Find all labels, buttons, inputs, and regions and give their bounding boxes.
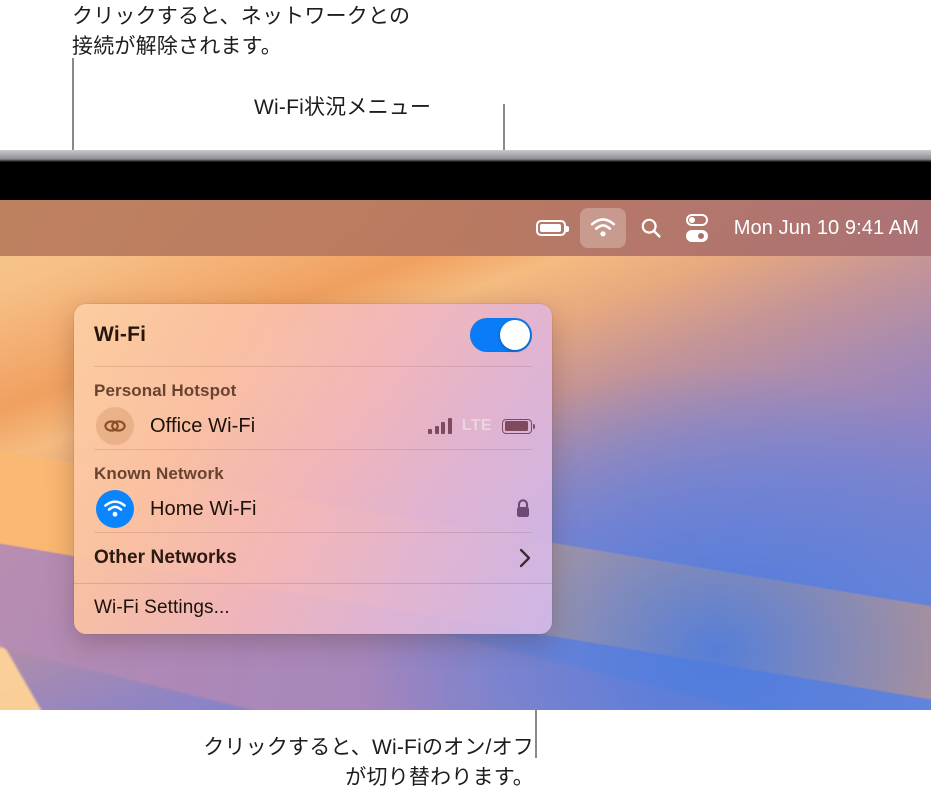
network-row-office-wifi[interactable]: Office Wi-Fi LTE [74, 403, 552, 449]
carrier-label: LTE [461, 417, 492, 434]
menu-item-label: Other Networks [94, 547, 237, 568]
menu-bar-clock[interactable]: Mon Jun 10 9:41 AM [722, 217, 919, 240]
wifi-toggle-knob [500, 320, 530, 350]
display-bezel: Mon Jun 10 9:41 AM Wi-Fi Personal Hotspo… [0, 162, 931, 710]
menu-item-label: Wi-Fi Settings... [94, 597, 230, 618]
hotspot-battery-icon [502, 418, 535, 434]
annotation-wifi-status-menu: Wi-Fi状況メニュー [254, 96, 432, 119]
personal-hotspot-section-header: Personal Hotspot [74, 367, 552, 403]
wifi-circle-icon [96, 490, 134, 528]
annotation-disconnect-network: クリックすると、ネットワークとの 接続が解除されます。 [72, 5, 411, 58]
menu-item-other-networks[interactable]: Other Networks [74, 533, 552, 583]
wifi-dropdown-panel: Wi-Fi Personal Hotspot Office Wi-Fi LTE … [74, 304, 552, 634]
section-label: Known Network [94, 464, 224, 483]
wifi-icon [590, 218, 615, 237]
battery-menu-item[interactable] [526, 208, 576, 248]
known-network-section-header: Known Network [74, 450, 552, 486]
section-label: Personal Hotspot [94, 381, 237, 400]
wifi-panel-title: Wi-Fi [94, 323, 147, 346]
laptop-frame: Mon Jun 10 9:41 AM Wi-Fi Personal Hotspo… [0, 150, 931, 710]
spotlight-search-menu-item[interactable] [630, 208, 672, 248]
signal-strength-icon [428, 418, 452, 434]
wifi-panel-header: Wi-Fi [74, 304, 552, 366]
menu-item-wifi-settings[interactable]: Wi-Fi Settings... [74, 584, 552, 632]
wifi-icon-slot [94, 490, 136, 528]
wifi-toggle-switch[interactable] [470, 318, 532, 352]
hotspot-chain-icon [96, 407, 134, 445]
annotation-toggle-wifi: クリックすると、Wi-Fiのオン/オフ が切り替わります。 [203, 736, 534, 789]
menu-bar: Mon Jun 10 9:41 AM [0, 200, 931, 256]
control-center-icon [685, 214, 708, 242]
screenshot-root: クリックすると、ネットワークとの 接続が解除されます。 Wi-Fi状況メニュー … [0, 0, 931, 801]
chevron-right-icon [519, 548, 531, 568]
network-name: Home Wi-Fi [150, 497, 257, 520]
network-name: Office Wi-Fi [150, 414, 256, 437]
lock-icon [517, 499, 529, 517]
screen: Mon Jun 10 9:41 AM Wi-Fi Personal Hotspo… [0, 200, 931, 710]
control-center-menu-item[interactable] [676, 208, 718, 248]
wifi-menu-item[interactable] [579, 208, 626, 248]
battery-icon [535, 220, 569, 236]
hotspot-icon-slot [94, 407, 136, 445]
search-icon [641, 218, 661, 238]
network-row-home-wifi[interactable]: Home Wi-Fi [74, 486, 552, 532]
